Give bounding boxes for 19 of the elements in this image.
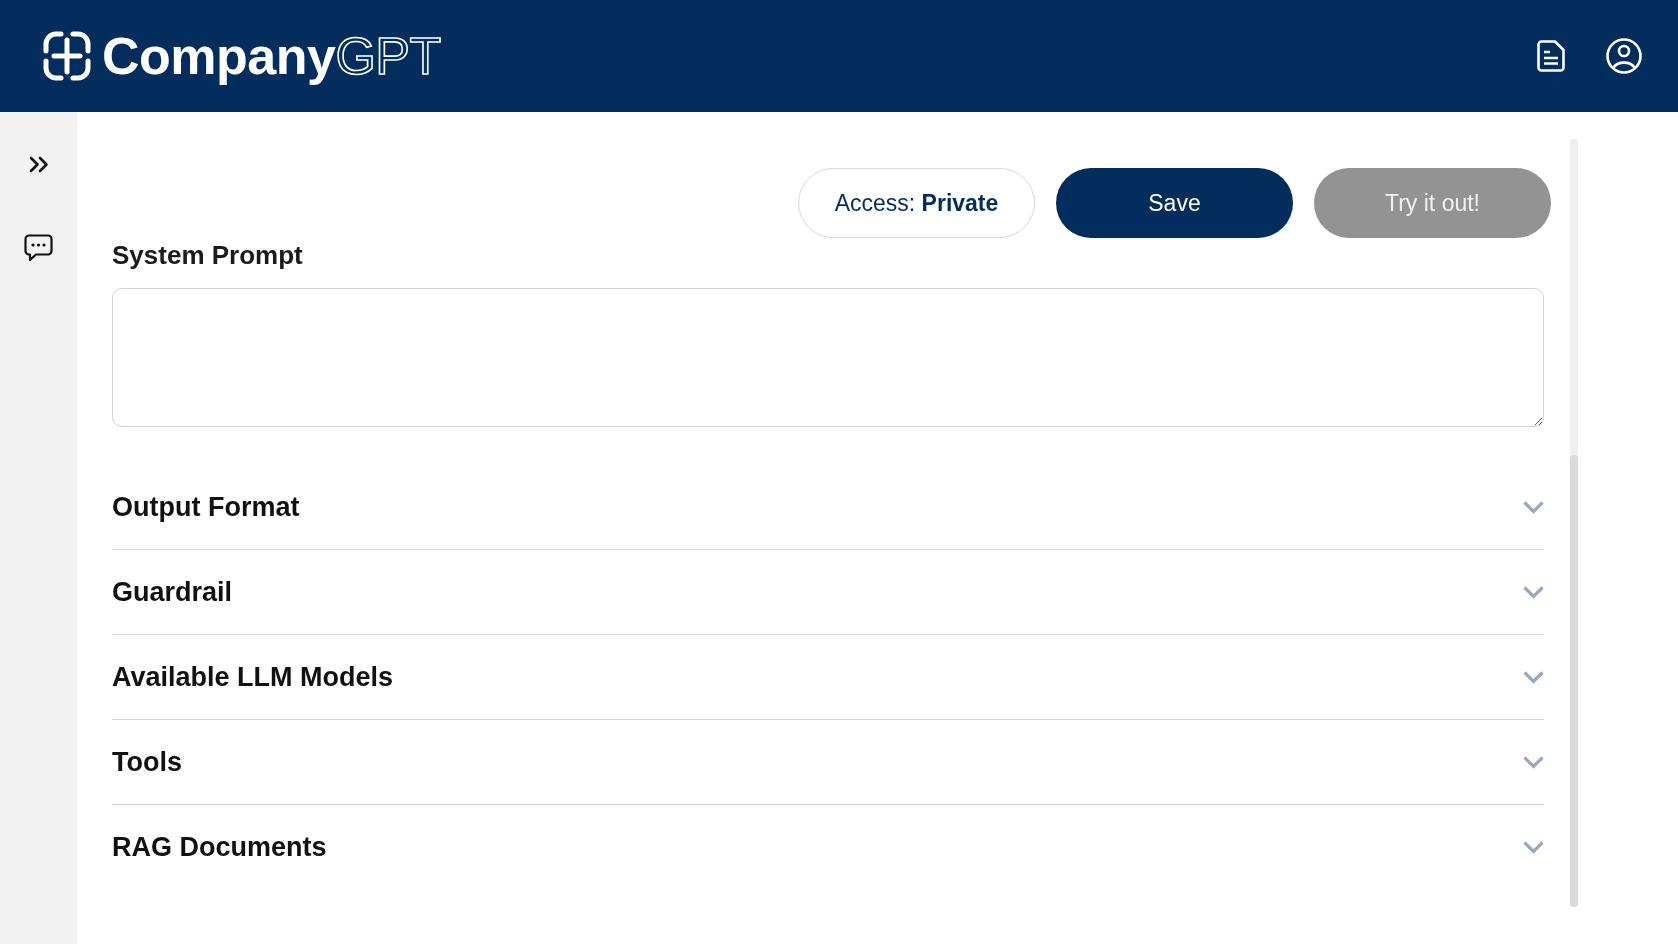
document-icon[interactable] bbox=[1537, 40, 1565, 72]
accordion-title[interactable]: Tools bbox=[112, 746, 182, 778]
system-prompt-label: System Prompt bbox=[112, 240, 303, 270]
accordion-title[interactable]: RAG Documents bbox=[112, 832, 327, 863]
user-account-icon[interactable] bbox=[1606, 38, 1642, 74]
scrollbar-thumb[interactable] bbox=[1570, 455, 1578, 907]
save-button[interactable]: Save bbox=[1056, 168, 1293, 238]
chevron-icon[interactable] bbox=[1523, 670, 1544, 684]
chevron-icon[interactable] bbox=[1523, 755, 1544, 769]
accordion-title[interactable]: Guardrail bbox=[112, 576, 233, 608]
chevron-icon[interactable] bbox=[1523, 841, 1544, 854]
accordion-title[interactable]: Available LLM Models bbox=[112, 661, 394, 693]
double-chevron-icon[interactable] bbox=[28, 156, 49, 173]
logo-icon bbox=[42, 30, 92, 82]
chevron-icon[interactable] bbox=[1523, 500, 1544, 514]
chevron-icon[interactable] bbox=[1523, 585, 1544, 599]
chat-bubble-icon[interactable] bbox=[24, 234, 53, 262]
access-button[interactable]: Access: Private bbox=[798, 168, 1035, 238]
accordion-title[interactable]: Output Format bbox=[112, 491, 300, 523]
